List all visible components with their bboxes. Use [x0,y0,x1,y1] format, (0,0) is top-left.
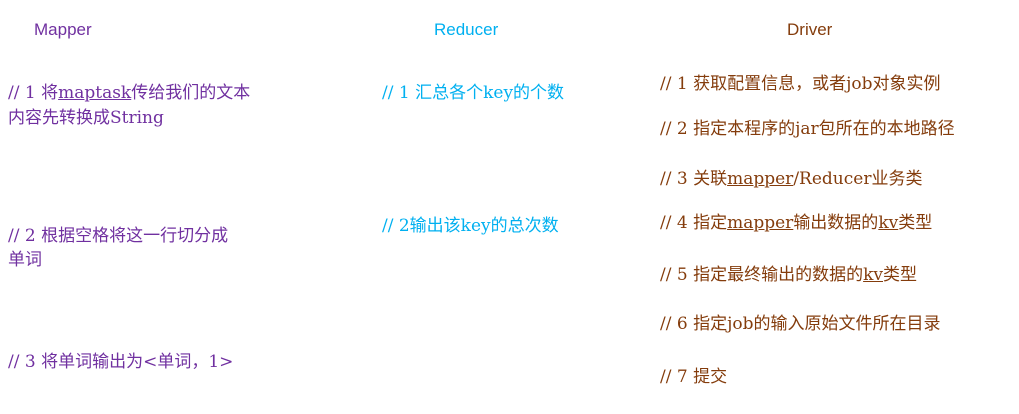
driver-step-6: // 6 指定job的输入原始文件所在目录 [660,314,941,334]
driver-step-2: // 2 指定本程序的jar包所在的本地路径 [660,119,955,139]
driver-step-5-kv: kv [863,265,883,285]
driver-step-4-mapper: mapper [727,213,794,233]
driver-step-1: // 1 获取配置信息，或者job对象实例 [660,74,941,94]
reducer-step-2: // 2输出该key的总次数 [382,216,559,236]
driver-step-3-mapper: mapper [727,169,794,189]
driver-step-5: // 5 指定最终输出的数据的kv类型 [660,265,917,285]
driver-step-4: // 4 指定mapper输出数据的kv类型 [660,213,933,233]
driver-step-4-kv: kv [878,213,899,233]
mapper-step-1-line-2: 内容先转换成String [8,108,164,128]
driver-step-7: // 7 提交 [660,367,728,387]
driver-step-3: // 3 关联mapper/Reducer业务类 [660,169,923,189]
mapper-header: Mapper [34,20,92,39]
reducer-step-1: // 1 汇总各个key的个数 [382,83,565,103]
reducer-header: Reducer [434,20,499,39]
mapper-step-2-line-1: // 2 根据空格将这一行切分成 [8,226,229,246]
mapper-step-2-line-2: 单词 [8,250,42,270]
mapper-step-3: // 3 将单词输出为<单词，1> [8,352,234,372]
driver-header: Driver [787,20,833,39]
mapper-step-1-maptask: maptask [58,83,132,103]
mapper-step-1-line-1: // 1 将maptask传给我们的文本 [8,83,251,103]
